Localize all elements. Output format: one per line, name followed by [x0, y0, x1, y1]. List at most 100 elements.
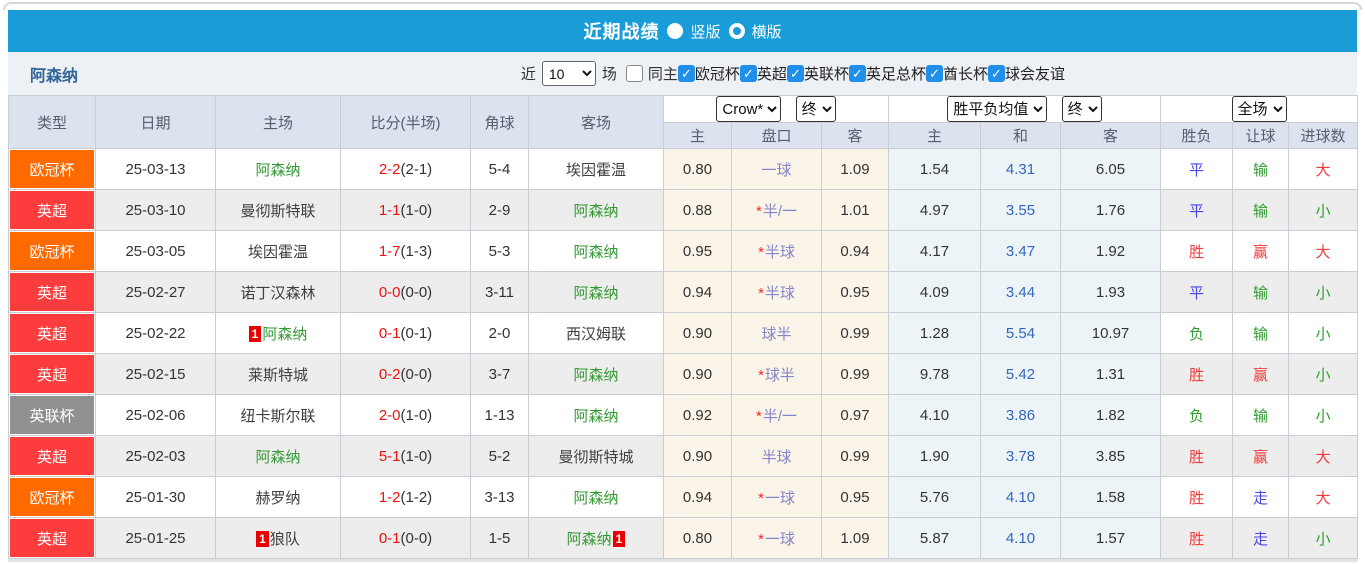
handicap-line-text: 球半 [764, 366, 795, 384]
checked-checkbox-icon[interactable]: ✓ [925, 65, 943, 82]
col-header-away: 客场 [528, 95, 664, 149]
corner-score: 1-13 [470, 394, 529, 436]
team-name-text[interactable]: 阿森纳 [262, 326, 307, 343]
away-team[interactable]: 阿森纳 [528, 230, 664, 272]
away-team[interactable]: 埃因霍温 [528, 148, 664, 190]
home-team[interactable]: 莱斯特城 [215, 353, 341, 395]
away-team[interactable]: 西汉姆联 [528, 312, 664, 354]
competition-filter-item[interactable]: ✓ 球会友谊 [987, 63, 1065, 84]
home-team[interactable]: 阿森纳 [215, 148, 341, 190]
away-team[interactable]: 阿森纳 [528, 271, 664, 313]
avg-lose-odds: 3.85 [1059, 435, 1162, 477]
radio-horizontal-label[interactable]: 横版 [752, 21, 782, 42]
handicap-odds-away: 0.99 [821, 353, 889, 395]
checked-checkbox-icon[interactable]: ✓ [987, 65, 1005, 82]
corner-score: 3-11 [470, 271, 529, 313]
away-team[interactable]: 阿森纳 [528, 476, 664, 518]
handicap-line-text: 一球 [761, 161, 792, 179]
team-name-text[interactable]: 埃因霍温 [248, 244, 308, 261]
avg-draw-odds: 3.78 [980, 435, 1061, 477]
corner-score: 5-4 [470, 148, 529, 190]
competition-label: 英足总杯 [865, 66, 926, 83]
sub-header-avg-away: 客 [1059, 122, 1162, 149]
team-name-text[interactable]: 阿森纳 [573, 367, 618, 384]
team-name-text[interactable]: 阿森纳 [255, 449, 300, 466]
handicap-line-text: 半/一 [762, 202, 797, 220]
fulltime-score: 0-1 [378, 529, 401, 547]
team-name-text[interactable]: 西汉姆联 [566, 326, 626, 343]
team-name-text[interactable]: 阿森纳 [573, 244, 618, 261]
score: 1-2(1-2) [340, 476, 471, 518]
team-name-text[interactable]: 莱斯特城 [248, 367, 308, 384]
home-team[interactable]: 赫罗纳 [215, 476, 341, 518]
avg-time-select[interactable]: 终 [1061, 96, 1102, 122]
team-name-text[interactable]: 曼彻斯特城 [558, 449, 633, 466]
competition-filter-item[interactable]: ✓ 酋长杯 [925, 63, 988, 84]
checked-checkbox-icon[interactable]: ✓ [739, 65, 757, 82]
team-name-text[interactable]: 阿森纳 [255, 162, 300, 179]
result-goals: 大 [1288, 230, 1359, 272]
halftime-score: (0-0) [400, 529, 433, 547]
home-team[interactable]: 1 阿森纳 [215, 312, 341, 354]
same-home-checkbox[interactable] [625, 65, 643, 82]
competition-filter-item[interactable]: ✓ 英联杯 [786, 63, 849, 84]
competition-label: 英联杯 [803, 66, 849, 83]
table-row: 英超 25-01-25 1 狼队 0-1(0-0) 1-5 阿森纳 1 0.80 *… [8, 517, 1359, 559]
team-name-text[interactable]: 阿森纳 [573, 490, 618, 507]
radio-vertical-label[interactable]: 竖版 [690, 21, 720, 42]
col-header-type: 类型 [8, 95, 96, 149]
team-name-text[interactable]: 赫罗纳 [255, 490, 300, 507]
home-team[interactable]: 纽卡斯尔联 [215, 394, 341, 436]
sub-header-result-handicap: 让球 [1232, 122, 1290, 149]
competition-label: 球会友谊 [1004, 66, 1065, 83]
team-name-text[interactable]: 阿森纳 [567, 531, 612, 548]
checked-checkbox-icon[interactable]: ✓ [786, 65, 804, 82]
home-team[interactable]: 1 狼队 [215, 517, 341, 559]
radio-selected-icon[interactable] [667, 23, 684, 39]
checked-checkbox-icon[interactable]: ✓ [677, 65, 695, 82]
scope-select[interactable]: 全场 [1231, 96, 1287, 122]
team-name-text[interactable]: 阿森纳 [573, 285, 618, 302]
avg-draw-odds: 3.44 [980, 271, 1061, 313]
competition-filter-item[interactable]: ✓ 英足总杯 [848, 63, 926, 84]
away-team[interactable]: 曼彻斯特城 [528, 435, 664, 477]
halftime-score: (2-1) [400, 160, 433, 178]
away-team[interactable]: 阿森纳 1 [528, 517, 664, 559]
team-name-text[interactable]: 纽卡斯尔联 [240, 408, 315, 425]
competition-filter-item[interactable]: ✓ 欧冠杯 [677, 63, 740, 84]
radio-unselected-icon[interactable] [728, 23, 745, 39]
home-team[interactable]: 曼彻斯特联 [215, 189, 341, 231]
same-home-label: 同主 [647, 66, 678, 83]
result-goals: 小 [1288, 517, 1359, 559]
handicap-odds-away: 0.99 [821, 435, 889, 477]
team-name-text[interactable]: 埃因霍温 [566, 162, 626, 179]
result-win-draw-lose: 胜 [1160, 435, 1234, 477]
competition-filter-item[interactable]: ✓ 英超 [739, 63, 787, 84]
team-name-text[interactable]: 曼彻斯特联 [240, 203, 315, 220]
odds-time-select[interactable]: 终 [795, 96, 836, 122]
early-odds-star-icon: * [758, 366, 764, 384]
home-team[interactable]: 诺丁汉森林 [215, 271, 341, 313]
avg-draw-odds: 5.54 [980, 312, 1061, 354]
match-date: 25-03-10 [95, 189, 216, 231]
home-team[interactable]: 埃因霍温 [215, 230, 341, 272]
layout-radio-vertical[interactable]: 竖版 [667, 21, 721, 42]
team-name-text[interactable]: 阿森纳 [573, 203, 618, 220]
away-team[interactable]: 阿森纳 [528, 189, 664, 231]
away-team[interactable]: 阿森纳 [528, 353, 664, 395]
team-name-text[interactable]: 诺丁汉森林 [240, 285, 315, 302]
table-row: 英超 25-02-27 诺丁汉森林 0-0(0-0) 3-11 阿森纳 0.94… [8, 271, 1359, 313]
avg-type-select[interactable]: 胜平负均值 [947, 96, 1048, 122]
match-date: 25-02-15 [95, 353, 216, 395]
avg-lose-odds: 1.31 [1059, 353, 1162, 395]
checked-checkbox-icon[interactable]: ✓ [848, 65, 866, 82]
handicap-line: *半/一 [731, 394, 822, 436]
team-name-text[interactable]: 狼队 [270, 531, 300, 548]
away-team[interactable]: 阿森纳 [528, 394, 664, 436]
recent-count-select[interactable]: 10 [541, 61, 596, 86]
home-team[interactable]: 阿森纳 [215, 435, 341, 477]
team-name-text[interactable]: 阿森纳 [573, 408, 618, 425]
layout-radio-horizontal[interactable]: 横版 [728, 21, 782, 42]
bookmaker-select[interactable]: Crow* [716, 96, 782, 122]
handicap-line: *一球 [731, 476, 822, 518]
